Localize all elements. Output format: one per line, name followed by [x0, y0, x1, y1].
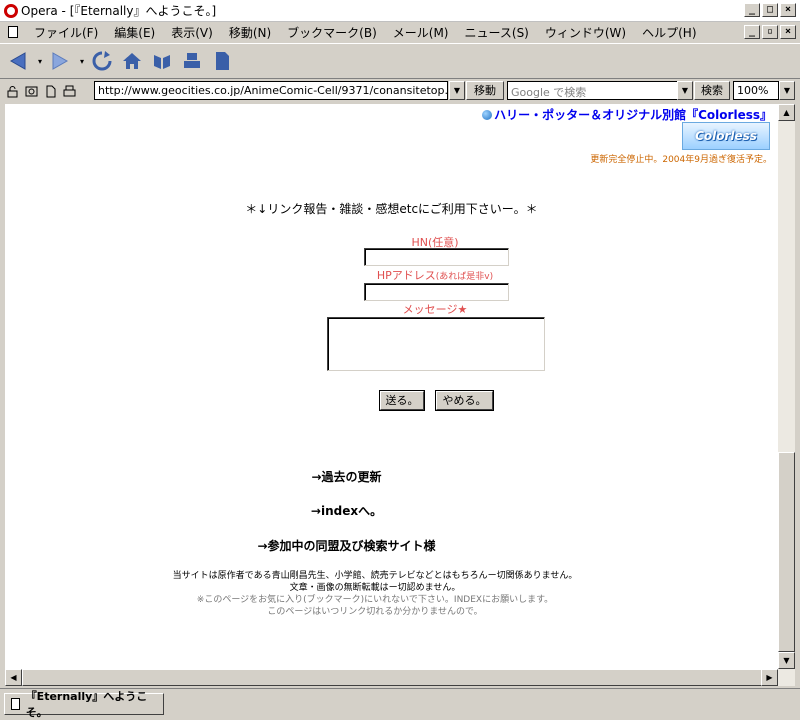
- window-controls: _ □ ×: [744, 3, 796, 17]
- horizontal-scroll-thumb[interactable]: [22, 669, 767, 686]
- scroll-left-arrow-icon[interactable]: ◀: [5, 669, 22, 686]
- search-input[interactable]: Google で検索: [507, 81, 679, 100]
- hp-label-note: (あれば是非v): [435, 272, 494, 282]
- search-button[interactable]: 検索: [694, 81, 730, 100]
- go-button[interactable]: 移動: [466, 81, 504, 100]
- back-history-dropdown[interactable]: ▾: [36, 49, 44, 73]
- navigation-toolbar: ▾ ▾: [0, 43, 800, 79]
- forward-history-dropdown[interactable]: ▾: [78, 49, 86, 73]
- globe-icon: [482, 109, 493, 120]
- page-bar: 『Eternally』へようこそ。: [0, 688, 800, 720]
- index-link[interactable]: →indexへ。: [5, 502, 733, 519]
- update-notice: 更新完全停止中。2004年9月過ぎ復活予定。: [590, 155, 772, 165]
- menu-window[interactable]: ウィンドウ(W): [537, 24, 634, 41]
- vertical-scrollbar[interactable]: ▲ ▼: [778, 104, 795, 669]
- menu-help[interactable]: ヘルプ(H): [634, 24, 704, 41]
- document-window-controls: _ ▫ ×: [744, 25, 796, 39]
- disclaimer-line-3: ※このページをお気に入り(ブックマーク)にいれないで下さい。INDEXにお願いし…: [196, 595, 554, 605]
- vertical-scroll-thumb[interactable]: [778, 452, 795, 652]
- back-button[interactable]: [6, 49, 30, 73]
- doc-restore-button[interactable]: ▫: [762, 25, 778, 39]
- reset-button[interactable]: やめる。: [435, 390, 494, 411]
- page-tab-title: 『Eternally』へようこそ。: [25, 690, 148, 719]
- menu-bookmarks[interactable]: ブックマーク(B): [279, 24, 385, 41]
- hp-address-input[interactable]: [364, 283, 509, 301]
- page-tab[interactable]: 『Eternally』へようこそ。: [4, 690, 164, 719]
- past-updates-link[interactable]: →過去の更新: [5, 468, 733, 485]
- disclaimer-line-4: このページはいつリンク切れるか分かりませんので。: [267, 607, 483, 617]
- forward-arrow-icon: [52, 52, 69, 70]
- minimize-button[interactable]: _: [744, 3, 760, 17]
- harry-potter-link[interactable]: ハリー・ポッター＆オリジナル別館『Colorless』: [482, 106, 772, 123]
- menu-bar: ファイル(F) 編集(E) 表示(V) 移動(N) ブックマーク(B) メール(…: [0, 22, 800, 42]
- home-button[interactable]: [120, 49, 144, 73]
- hotlist-button[interactable]: [150, 49, 174, 73]
- message-label: メッセージ★: [402, 303, 468, 316]
- reload-icon: [92, 51, 112, 71]
- title-bar: Opera - [『Eternally』へようこそ。] _ □ ×: [0, 0, 800, 22]
- menu-mail[interactable]: メール(M): [385, 24, 457, 41]
- cookie-icon[interactable]: [24, 84, 38, 98]
- reload-button[interactable]: [90, 49, 114, 73]
- back-arrow-icon: [9, 52, 26, 70]
- scroll-up-arrow-icon[interactable]: ▲: [778, 104, 795, 121]
- forward-button[interactable]: [48, 49, 72, 73]
- submit-button[interactable]: 送る。: [379, 390, 425, 411]
- scroll-down-arrow-icon[interactable]: ▼: [778, 652, 795, 669]
- print-icon: [184, 53, 200, 68]
- document-icon[interactable]: [8, 26, 18, 38]
- new-page-button[interactable]: [210, 49, 234, 73]
- menu-edit[interactable]: 編集(E): [106, 24, 163, 41]
- page-info-icon[interactable]: [43, 84, 57, 98]
- url-input[interactable]: http://www.geocities.co.jp/AnimeComic-Ce…: [94, 81, 448, 100]
- zoom-select[interactable]: 100%: [733, 81, 779, 100]
- hotlist-icon: [154, 55, 170, 69]
- search-engine-dropdown[interactable]: ▼: [677, 81, 693, 100]
- opera-logo-icon: [4, 3, 18, 18]
- message-textarea[interactable]: [327, 317, 545, 371]
- scroll-right-arrow-icon[interactable]: ▶: [761, 669, 778, 686]
- page-tab-document-icon: [11, 698, 20, 710]
- print-preview-icon[interactable]: [62, 84, 76, 98]
- menu-news[interactable]: ニュース(S): [456, 24, 536, 41]
- close-button[interactable]: ×: [780, 3, 796, 17]
- address-bar: http://www.geocities.co.jp/AnimeComic-Ce…: [0, 80, 800, 102]
- home-icon: [123, 53, 141, 69]
- maximize-button[interactable]: □: [762, 3, 778, 17]
- print-button[interactable]: [180, 49, 204, 73]
- menu-file[interactable]: ファイル(F): [26, 24, 106, 41]
- url-history-dropdown[interactable]: ▼: [449, 81, 465, 100]
- hp-label-text: HPアドレス: [376, 269, 436, 282]
- new-page-icon: [216, 52, 229, 70]
- security-lock-icon[interactable]: [5, 84, 19, 98]
- page-viewport: ハリー・ポッター＆オリジナル別館『Colorless』 Colorless 更新…: [5, 104, 778, 669]
- doc-minimize-button[interactable]: _: [744, 25, 760, 39]
- menu-view[interactable]: 表示(V): [163, 24, 221, 41]
- alliances-link[interactable]: →参加中の同盟及び検索サイト様: [5, 537, 733, 554]
- banner-link-text: ハリー・ポッター＆オリジナル別館『Colorless』: [494, 108, 772, 122]
- hp-label: HPアドレス(あれば是非v): [5, 267, 778, 283]
- disclaimer-line-1: 当サイトは原作者である青山剛昌先生、小学館、読売テレビなどとはもちろんー切関係あ…: [172, 571, 578, 581]
- link-report-heading: ＊↓リンク報告・雑談・感想etcにご利用下さいー。＊: [245, 202, 538, 216]
- doc-close-button[interactable]: ×: [780, 25, 796, 39]
- horizontal-scrollbar[interactable]: ◀ ▶: [5, 669, 795, 686]
- zoom-dropdown[interactable]: ▼: [779, 81, 795, 100]
- disclaimer-line-2: 文章・画像の無断転載はー切認めません。: [289, 583, 461, 593]
- menu-navigate[interactable]: 移動(N): [221, 24, 279, 41]
- hn-input[interactable]: [364, 248, 509, 266]
- colorless-banner[interactable]: Colorless: [682, 122, 770, 150]
- window-title: Opera - [『Eternally』へようこそ。]: [21, 4, 217, 18]
